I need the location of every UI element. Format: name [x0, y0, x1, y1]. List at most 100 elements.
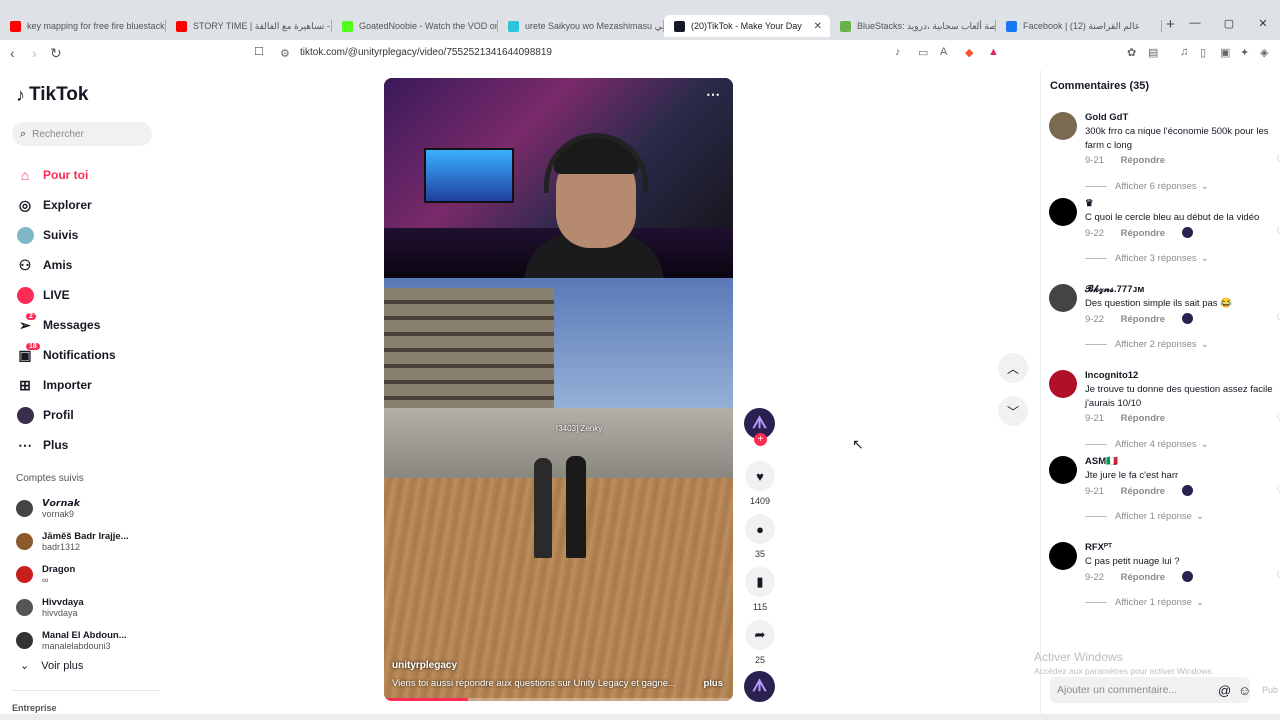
music-disc-icon[interactable]: ᗑ [744, 671, 775, 702]
comment-meta: 9-22 Répondre [1085, 571, 1193, 583]
nav-item-live[interactable]: LIVE [16, 280, 116, 310]
mention-icon[interactable]: @ [1218, 683, 1231, 698]
entreprise-link[interactable]: Entreprise [12, 703, 57, 713]
tab-search-icon[interactable]: ▤ [1148, 46, 1158, 59]
comment-like-icon[interactable]: ♡ [1276, 155, 1280, 166]
nav-item-messages[interactable]: ➢ 2 Messages [16, 310, 116, 340]
sidebar-toggle-icon[interactable]: ▯ [1200, 46, 1206, 59]
reload-icon[interactable]: ↻ [50, 45, 62, 62]
browser-tab[interactable]: STORY TIME | تساهيرة مع الفالقة - You [166, 16, 332, 36]
share-button[interactable]: ➦ 25 [744, 620, 776, 665]
followed-account[interactable]: Hivvdaya hivvdaya [16, 591, 166, 624]
nav-item-importer[interactable]: ⊞ Importer [16, 370, 116, 400]
commenter-name[interactable]: ASM🇮🇹 [1085, 456, 1118, 467]
commenter-name[interactable]: 𝓑𝓴𝔃𝓷𝓼.777ᴊᴍ [1085, 284, 1144, 295]
comment-like-icon[interactable]: ♡ [1276, 227, 1280, 238]
reply-button[interactable]: Répondre [1121, 228, 1165, 239]
next-video-button[interactable]: ﹀ [998, 396, 1028, 426]
close-tab-icon[interactable]: ✕ [814, 21, 822, 32]
previous-video-button[interactable]: ︿ [998, 353, 1028, 383]
follow-plus-icon[interactable]: + [754, 433, 767, 446]
rewards-icon[interactable]: ▲ [988, 46, 999, 58]
followed-account[interactable]: 𝙑𝙤𝙧𝙣𝙖𝙠 vornak9 [16, 492, 166, 525]
view-replies-button[interactable]: Afficher 1 réponse ⌄ [1085, 597, 1204, 608]
reader-icon[interactable]: ♪ [895, 46, 901, 58]
browser-tab[interactable]: GoatedNoobie - Watch the VOD on [332, 16, 498, 36]
brave-shield-icon[interactable]: ◆ [965, 46, 973, 59]
nav-item-amis[interactable]: ⚇ Amis [16, 250, 116, 280]
maximize-button[interactable]: ▢ [1212, 17, 1246, 30]
reply-button[interactable]: Répondre [1121, 314, 1165, 325]
commenter-avatar[interactable] [1049, 198, 1077, 226]
description-more-button[interactable]: plus [703, 678, 723, 689]
followed-account[interactable]: Jāměš Badr Irajje... badr1312 [16, 525, 166, 558]
leo-icon[interactable]: ✦ [1240, 46, 1249, 59]
commenter-name[interactable]: ♛ [1085, 198, 1094, 209]
nav-item-notifications[interactable]: ▣ 18 Notifications [16, 340, 116, 370]
comment-like-icon[interactable]: ♡ [1276, 313, 1280, 324]
more-options-icon[interactable]: ⋯ [706, 86, 720, 103]
add-comment-input[interactable]: Ajouter un commentaire... @ ☺ [1050, 677, 1251, 703]
reply-button[interactable]: Répondre [1121, 413, 1165, 424]
minimize-button[interactable]: — [1178, 17, 1212, 30]
comment-button[interactable]: ● 35 [744, 514, 776, 559]
followed-account[interactable]: Dragon ∞ [16, 558, 166, 591]
comment-like-icon[interactable]: ♡ [1276, 571, 1280, 582]
vpn-icon[interactable]: ◈ [1260, 46, 1268, 59]
view-replies-button[interactable]: Afficher 6 réponses ⌄ [1085, 181, 1209, 192]
nav-item-pour-toi[interactable]: ⌂ Pour toi [16, 160, 116, 190]
comment-item: Gold GdT 300k frro ca nique l'économie 5… [1049, 110, 1280, 196]
video-progress-bar[interactable] [384, 698, 733, 701]
tiktok-logo[interactable]: ♪ TikTok [16, 84, 88, 106]
view-replies-button[interactable]: Afficher 4 réponses ⌄ [1085, 439, 1209, 450]
site-info-icon[interactable]: ⚙ [280, 47, 290, 60]
nav-item-plus[interactable]: ⋯ Plus [16, 430, 116, 460]
reply-button[interactable]: Répondre [1121, 486, 1165, 497]
mouse-cursor-icon: ↖ [852, 436, 864, 452]
publish-button[interactable]: Pub [1262, 685, 1278, 695]
browser-tab[interactable]: (20)TikTok - Make Your Day ✕ [664, 15, 830, 37]
nav-item-suivis[interactable]: Suivis [16, 220, 116, 250]
extensions-icon[interactable]: ✿ [1127, 46, 1136, 59]
view-replies-button[interactable]: Afficher 2 réponses ⌄ [1085, 339, 1209, 350]
close-window-button[interactable]: ✕ [1246, 17, 1280, 30]
commenter-avatar[interactable] [1049, 112, 1077, 140]
browser-tab[interactable]: urete Saikyou wo Mezashimasu انمي [498, 16, 664, 36]
media-icon[interactable]: ♫ [1180, 46, 1188, 58]
reply-button[interactable]: Répondre [1121, 572, 1165, 583]
video-username[interactable]: unityrplegacy [392, 660, 457, 671]
bookmark-icon[interactable]: ☐ [254, 45, 264, 58]
like-button[interactable]: ♥ 1409 [744, 461, 776, 506]
commenter-avatar[interactable] [1049, 284, 1077, 312]
search-input[interactable]: ⌕ Rechercher [12, 122, 152, 146]
commenter-name[interactable]: Gold GdT [1085, 112, 1128, 123]
reply-button[interactable]: Répondre [1121, 155, 1165, 166]
nav-item-profil[interactable]: Profil [16, 400, 116, 430]
comment-like-icon[interactable]: ♡ [1276, 485, 1280, 496]
commenter-name[interactable]: RFXᴾᵀ [1085, 542, 1112, 553]
commenter-name[interactable]: Incognito12 [1085, 370, 1138, 381]
comment-text: C quoi le cercle bleu au début de la vid… [1085, 212, 1260, 223]
see-more-button[interactable]: ⌄ Voir plus [20, 659, 83, 673]
save-button[interactable]: ▮ 115 [744, 567, 776, 612]
followed-account[interactable]: Manal El Abdoun... manalelabdouni3 [16, 624, 166, 657]
emoji-icon[interactable]: ☺ [1238, 683, 1251, 698]
cast-icon[interactable]: ▭ [918, 46, 928, 59]
translate-icon[interactable]: A [940, 46, 947, 58]
forward-icon[interactable]: › [32, 45, 37, 61]
commenter-avatar[interactable] [1049, 370, 1077, 398]
browser-tab[interactable]: BlueStacks: منصة ألعاب سحابية ،درويد [830, 16, 996, 36]
comment-like-icon[interactable]: ♡ [1276, 413, 1280, 424]
notification-badge: 18 [26, 343, 40, 350]
view-replies-button[interactable]: Afficher 1 réponse ⌄ [1085, 511, 1204, 522]
wallet-icon[interactable]: ▣ [1220, 46, 1230, 59]
browser-tab[interactable]: Facebook | (12) عالم القراصنة [996, 16, 1162, 36]
commenter-avatar[interactable] [1049, 542, 1077, 570]
commenter-avatar[interactable] [1049, 456, 1077, 484]
back-icon[interactable]: ‹ [10, 45, 15, 61]
browser-tab[interactable]: key mapping for free fire bluestacks [0, 16, 166, 36]
nav-item-explorer[interactable]: ◎ Explorer [16, 190, 116, 220]
view-replies-button[interactable]: Afficher 3 réponses ⌄ [1085, 253, 1209, 264]
new-tab-button[interactable]: + [1166, 16, 1175, 33]
video-player[interactable]: [3403] Zenky ⋯ unityrplegacy Viens toi a… [384, 78, 733, 701]
